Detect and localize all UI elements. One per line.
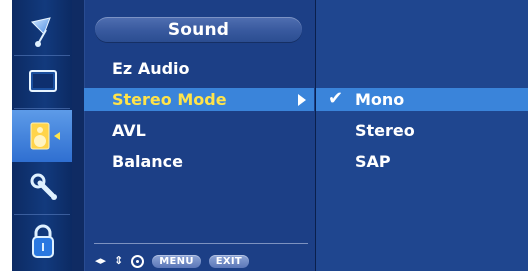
sidebar-item-lock[interactable] [12,216,72,268]
submenu-item-sap[interactable]: SAP [355,152,391,172]
satellite-icon [31,17,51,47]
sidebar-item-tools[interactable] [12,163,72,215]
checkmark-icon: ✔ [328,88,344,109]
menu-title-pill: Sound [95,17,302,42]
screen-icon [29,70,57,92]
menu-title: Sound [167,20,230,40]
menu-item-stereo-mode[interactable]: Stereo Mode [112,90,227,110]
ok-button-icon [131,254,145,268]
stereo-mode-submenu-panel [316,0,528,271]
submenu-arrow-icon [298,94,306,106]
menu-footer-controls: ◂▸ ⇕ MENU EXIT [95,253,250,269]
up-down-nav-icon: ⇕ [114,254,124,267]
sidebar-item-setup[interactable] [12,4,72,56]
lock-icon [32,224,54,258]
sidebar-item-sound[interactable] [12,110,72,162]
menu-button[interactable]: MENU [152,254,201,268]
menu-item-balance[interactable]: Balance [112,152,183,172]
tools-icon [30,173,57,200]
menu-item-ez-audio[interactable]: Ez Audio [112,59,190,79]
exit-button[interactable]: EXIT [208,254,250,268]
submenu-item-stereo[interactable]: Stereo [355,121,415,141]
left-right-nav-icon: ◂▸ [95,254,107,267]
sidebar-item-picture[interactable] [12,57,72,109]
menu-item-avl[interactable]: AVL [112,121,146,141]
sound-speaker-icon [30,122,60,150]
menu-footer-divider [94,243,308,244]
submenu-item-mono[interactable]: Mono [355,90,404,110]
submenu-selection-highlight [316,88,528,111]
